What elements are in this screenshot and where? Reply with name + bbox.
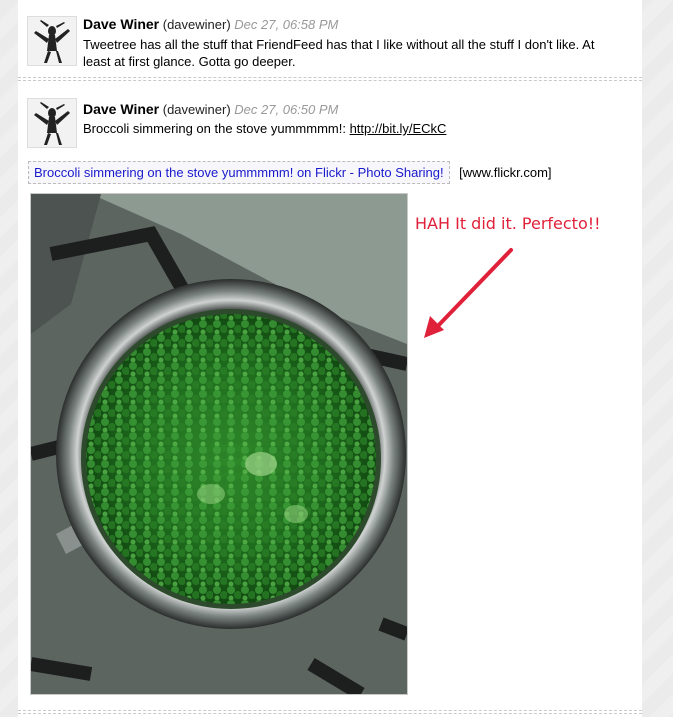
author-handle[interactable]: (davewiner) [163, 102, 231, 117]
short-link[interactable]: http://bit.ly/ECkC [350, 121, 447, 136]
link-preview-row: Broccoli simmering on the stove yummmmm!… [28, 161, 552, 185]
embedded-photo[interactable] [30, 193, 408, 695]
broccoli-photo-image [31, 194, 407, 694]
link-preview-title[interactable]: Broccoli simmering on the stove yummmmm!… [28, 161, 450, 184]
tweet-text: Broccoli simmering on the stove yummmmm!… [83, 120, 623, 137]
tweet-header: Dave Winer (davewiner) Dec 27, 06:50 PM [83, 101, 338, 117]
link-preview-domain: [www.flickr.com] [459, 165, 552, 180]
arrow-annotation-icon [424, 248, 513, 338]
divider [18, 713, 642, 714]
tweet-text-prefix: Broccoli simmering on the stove yummmmm!… [83, 121, 350, 136]
tweet-item: Dave Winer (davewiner) Dec 27, 06:50 PM … [18, 0, 642, 717]
timestamp[interactable]: Dec 27, 06:50 PM [234, 102, 338, 117]
author-name[interactable]: Dave Winer [83, 101, 159, 117]
timeline-panel: Dave Winer (davewiner) Dec 27, 06:58 PM … [18, 0, 642, 717]
annotation-text: HAH It did it. Perfecto!! [415, 214, 601, 233]
divider [18, 710, 642, 711]
avatar[interactable] [27, 98, 77, 148]
avatar-image [28, 99, 76, 147]
